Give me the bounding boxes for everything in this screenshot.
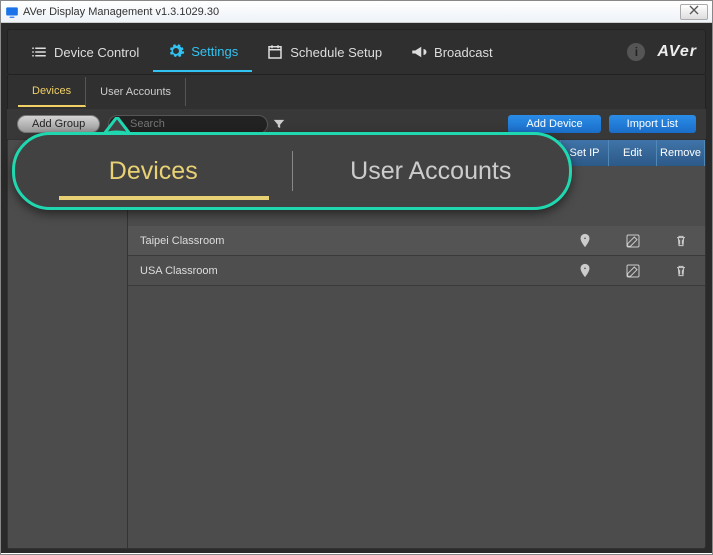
window-title: AVer Display Management v1.3.1029.30 xyxy=(23,6,678,18)
brand-logo: AVer xyxy=(657,43,697,61)
subtabs: Devices User Accounts xyxy=(7,75,706,109)
callout-tab-devices: Devices xyxy=(15,157,292,186)
edit-button[interactable] xyxy=(609,233,657,249)
filter-icon[interactable] xyxy=(272,117,286,131)
import-list-button[interactable]: Import List xyxy=(609,115,696,133)
th-remove: Remove xyxy=(657,140,705,166)
callout-tab-user-accounts: User Accounts xyxy=(293,157,570,186)
callout-bubble: Devices User Accounts xyxy=(12,132,572,210)
nav-label: Schedule Setup xyxy=(290,45,382,60)
set-ip-button[interactable] xyxy=(561,263,609,279)
app-body: Device Control Settings Schedule Setup B… xyxy=(1,23,712,553)
nav-broadcast[interactable]: Broadcast xyxy=(396,33,507,71)
app-window: AVer Display Management v1.3.1029.30 Dev… xyxy=(0,0,713,555)
th-edit: Edit xyxy=(609,140,657,166)
info-button[interactable]: i xyxy=(627,43,645,61)
nav-schedule-setup[interactable]: Schedule Setup xyxy=(252,33,396,71)
add-device-button[interactable]: Add Device xyxy=(508,115,600,133)
titlebar: AVer Display Management v1.3.1029.30 xyxy=(1,1,712,23)
subtab-user-accounts[interactable]: User Accounts xyxy=(86,78,186,106)
callout-pointer xyxy=(102,117,132,140)
close-window-button[interactable] xyxy=(680,4,708,20)
edit-button[interactable] xyxy=(609,263,657,279)
list-icon xyxy=(30,43,48,61)
megaphone-icon xyxy=(410,43,428,61)
subtab-devices[interactable]: Devices xyxy=(18,77,86,107)
table-row[interactable]: USA Classroom xyxy=(128,256,705,286)
nav-device-control[interactable]: Device Control xyxy=(16,33,153,71)
app-icon xyxy=(5,5,19,19)
add-group-button[interactable]: Add Group xyxy=(17,115,100,133)
gear-icon xyxy=(167,42,185,60)
calendar-icon xyxy=(266,43,284,61)
search-input[interactable] xyxy=(130,118,261,130)
nav-label: Device Control xyxy=(54,45,139,60)
callout-overlay: Devices User Accounts xyxy=(12,132,572,240)
nav-settings[interactable]: Settings xyxy=(153,32,252,72)
nav-label: Broadcast xyxy=(434,45,493,60)
search-box[interactable] xyxy=(108,115,268,134)
remove-button[interactable] xyxy=(657,233,705,249)
remove-button[interactable] xyxy=(657,263,705,279)
menubar: Device Control Settings Schedule Setup B… xyxy=(7,29,706,75)
device-name: USA Classroom xyxy=(128,265,561,277)
nav-label: Settings xyxy=(191,44,238,59)
